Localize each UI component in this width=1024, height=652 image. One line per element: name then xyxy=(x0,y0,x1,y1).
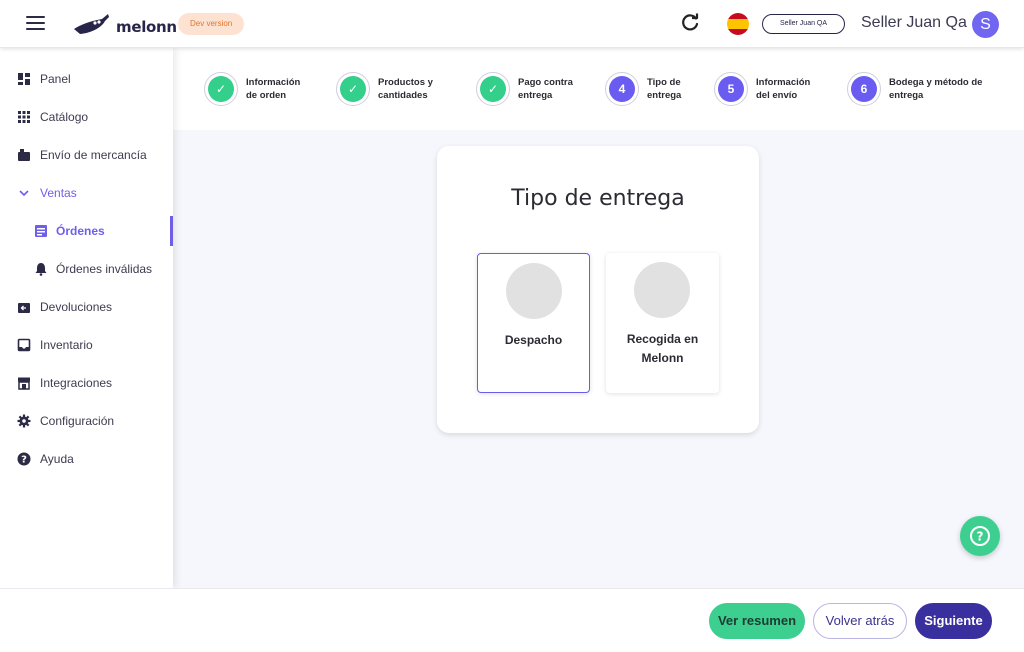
option-image xyxy=(634,262,690,318)
package-icon xyxy=(18,149,30,161)
next-button[interactable]: Siguiente xyxy=(915,603,992,639)
step-label: Pago contra entrega xyxy=(518,77,573,101)
seller-selector[interactable]: Seller Juan QA xyxy=(762,14,845,34)
sidebar-item-label: Ventas xyxy=(40,186,77,200)
footer-actions: Ver resumen Volver atrás Siguiente xyxy=(0,588,1024,652)
sidebar: Panel Catálogo Envío de mercancía Ventas… xyxy=(0,48,173,588)
sidebar-item-label: Órdenes inválidas xyxy=(56,262,153,276)
spain-flag-icon[interactable] xyxy=(727,13,749,35)
check-icon: ✓ xyxy=(480,76,506,102)
step-informacion-envio[interactable]: 5 Información del envío xyxy=(714,72,810,106)
step-circle: ✓ xyxy=(336,72,370,106)
sidebar-item-ordenes-invalidas[interactable]: Órdenes inválidas xyxy=(0,254,173,284)
bell-alert-icon xyxy=(35,263,47,276)
sidebar-item-label: Configuración xyxy=(40,414,115,428)
brand-name: melonn xyxy=(116,18,177,36)
sidebar-item-ayuda[interactable]: ? Ayuda xyxy=(0,444,173,474)
avatar[interactable]: S xyxy=(972,11,999,38)
option-despacho[interactable]: Despacho xyxy=(477,253,590,393)
sidebar-item-configuracion[interactable]: Configuración xyxy=(0,406,173,436)
brand-logo[interactable]: melonn xyxy=(72,9,177,39)
store-icon xyxy=(18,377,30,390)
grid-dots-icon xyxy=(18,111,30,123)
step-productos[interactable]: ✓ Productos y cantidades xyxy=(336,72,433,106)
delivery-type-card: Tipo de entrega Despacho Recogida en Mel… xyxy=(437,146,759,433)
back-button[interactable]: Volver atrás xyxy=(813,603,907,639)
step-informacion-orden[interactable]: ✓ Información de orden xyxy=(204,72,300,106)
top-header: melonn Dev version Seller Juan QA Seller… xyxy=(0,0,1024,48)
option-image xyxy=(506,263,562,319)
sidebar-item-label: Devoluciones xyxy=(40,300,113,314)
step-bodega-metodo[interactable]: 6 Bodega y método de entrega xyxy=(847,72,982,106)
melonn-plane-icon xyxy=(74,14,109,34)
view-summary-button[interactable]: Ver resumen xyxy=(709,603,805,639)
sidebar-item-label: Inventario xyxy=(40,338,93,352)
step-label: Bodega y método de entrega xyxy=(889,77,983,101)
sidebar-item-label: Integraciones xyxy=(40,376,113,390)
sidebar-item-label: Catálogo xyxy=(40,110,89,124)
svg-text:?: ? xyxy=(977,530,984,544)
sidebar-item-label: Ayuda xyxy=(40,452,74,466)
step-label: Información de orden xyxy=(246,77,301,101)
user-name[interactable]: Seller Juan Qa xyxy=(861,14,967,32)
step-circle: 5 xyxy=(714,72,748,106)
inbox-icon xyxy=(17,338,31,352)
sidebar-item-ventas[interactable]: Ventas xyxy=(0,178,173,208)
check-icon: ✓ xyxy=(340,76,366,102)
step-number: 4 xyxy=(609,76,635,102)
step-label: Tipo de entrega xyxy=(647,77,682,101)
document-list-icon xyxy=(35,225,47,237)
step-circle: ✓ xyxy=(204,72,238,106)
menu-icon[interactable] xyxy=(26,16,46,32)
svg-text:?: ? xyxy=(21,455,27,466)
step-tipo-entrega[interactable]: 4 Tipo de entrega xyxy=(605,72,681,106)
sidebar-item-label: Panel xyxy=(40,72,71,86)
sidebar-item-devoluciones[interactable]: Devoluciones xyxy=(0,292,173,322)
step-number: 5 xyxy=(718,76,744,102)
gear-icon xyxy=(17,414,31,428)
option-recogida[interactable]: Recogida en Melonn xyxy=(606,253,719,393)
sidebar-item-integraciones[interactable]: Integraciones xyxy=(0,368,173,398)
sidebar-item-ordenes[interactable]: Órdenes xyxy=(0,216,173,246)
refresh-icon[interactable] xyxy=(679,12,701,34)
sidebar-item-label: Órdenes xyxy=(56,224,105,238)
step-circle: 4 xyxy=(605,72,639,106)
option-label: Recogida en Melonn xyxy=(626,332,699,365)
help-circle-icon: ? xyxy=(17,452,31,466)
step-pago[interactable]: ✓ Pago contra entrega xyxy=(476,72,573,106)
question-circle-icon: ? xyxy=(970,526,990,546)
check-icon: ✓ xyxy=(208,76,234,102)
active-indicator xyxy=(170,216,173,246)
order-stepper: ✓ Información de orden ✓ Productos y can… xyxy=(173,48,1024,130)
option-label: Despacho xyxy=(504,333,563,347)
chevron-down-icon xyxy=(19,190,29,197)
sidebar-item-envio[interactable]: Envío de mercancía xyxy=(0,140,173,170)
step-label: Productos y cantidades xyxy=(378,77,433,101)
sidebar-item-catalogo[interactable]: Catálogo xyxy=(0,102,173,132)
sidebar-item-inventario[interactable]: Inventario xyxy=(0,330,173,360)
step-label: Información del envío xyxy=(756,77,811,101)
sidebar-item-panel[interactable]: Panel xyxy=(0,64,173,94)
page-title: Tipo de entrega xyxy=(511,186,685,211)
dashboard-icon xyxy=(18,73,30,85)
return-box-icon xyxy=(18,303,30,313)
help-button[interactable]: ? xyxy=(960,516,1000,556)
dev-version-badge: Dev version xyxy=(178,13,245,35)
sidebar-item-label: Envío de mercancía xyxy=(40,148,147,162)
step-number: 6 xyxy=(851,76,877,102)
step-circle: 6 xyxy=(847,72,881,106)
step-circle: ✓ xyxy=(476,72,510,106)
